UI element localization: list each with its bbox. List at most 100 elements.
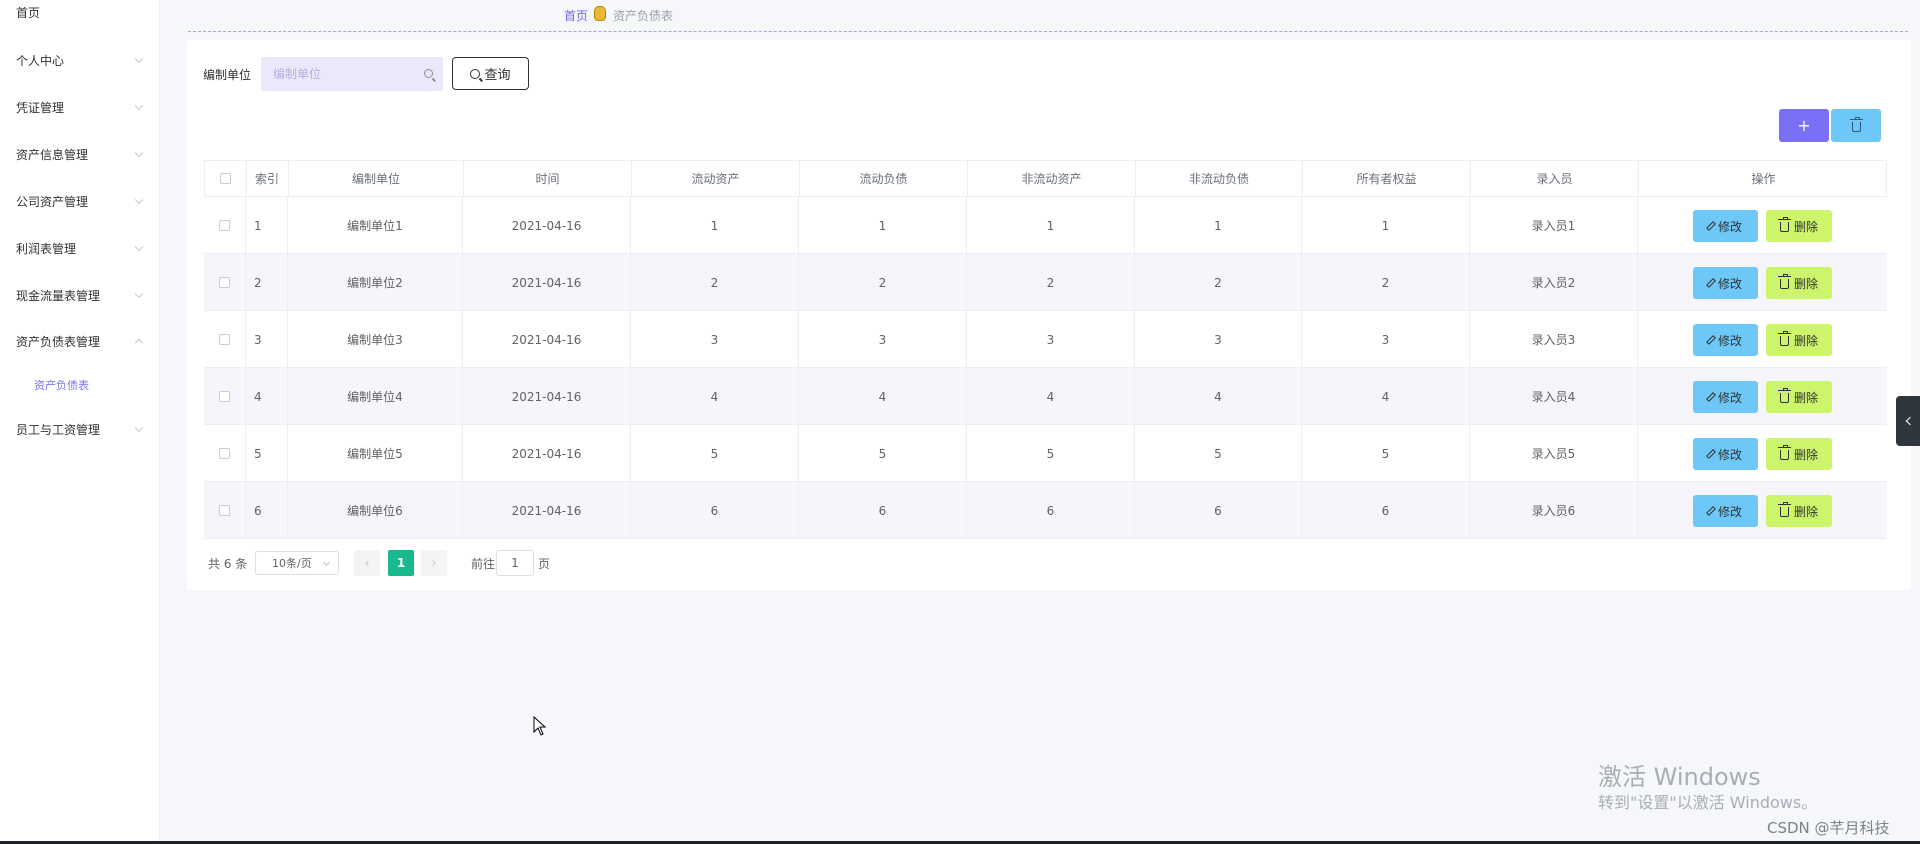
- delete-label: 删除: [1793, 276, 1818, 291]
- sidebar-item-label: 员工与工资管理: [16, 422, 101, 437]
- row-select[interactable]: [204, 197, 246, 254]
- search-icon: [470, 68, 481, 79]
- page-size-select[interactable]: 10条/页: [255, 551, 339, 575]
- edit-button[interactable]: 修改: [1693, 324, 1758, 356]
- batch-delete-button[interactable]: [1831, 109, 1881, 142]
- row-select[interactable]: [204, 311, 246, 368]
- cell-index: 6: [246, 482, 288, 539]
- checkbox[interactable]: [219, 220, 230, 231]
- delete-button[interactable]: 删除: [1766, 495, 1832, 527]
- sidebar-item-label: 凭证管理: [16, 100, 65, 115]
- page-number-button[interactable]: 1: [388, 550, 414, 576]
- sidebar: 首页 个人中心 凭证管理 资产信息管理 公司资产管理 利润表管理 现金流量表管理…: [0, 0, 160, 844]
- edit-label: 修改: [1717, 390, 1742, 405]
- delete-label: 删除: [1793, 219, 1818, 234]
- collapse-panel-button[interactable]: [1896, 396, 1920, 446]
- breadcrumb-home[interactable]: 首页: [564, 7, 588, 24]
- edit-button[interactable]: 修改: [1693, 210, 1758, 242]
- sidebar-item-label: 个人中心: [16, 53, 65, 68]
- row-select[interactable]: [204, 254, 246, 311]
- delete-button[interactable]: 删除: [1766, 438, 1832, 470]
- checkbox[interactable]: [220, 173, 231, 184]
- sidebar-item-label: 公司资产管理: [16, 194, 89, 209]
- query-button[interactable]: 查询: [452, 57, 529, 90]
- cell-index: 5: [246, 425, 288, 482]
- goto-page-input[interactable]: [496, 550, 534, 576]
- chevron-down-icon: [134, 289, 144, 299]
- delete-button[interactable]: 删除: [1766, 381, 1832, 413]
- sidebar-item-company-assets[interactable]: 公司资产管理: [0, 181, 160, 221]
- table-row: 1 编制单位1 2021-04-16 1 1 1 1 1 录入员1 修改 删除: [204, 197, 1887, 254]
- edit-button[interactable]: 修改: [1693, 438, 1758, 470]
- edit-label: 修改: [1717, 276, 1742, 291]
- edit-button[interactable]: 修改: [1693, 267, 1758, 299]
- row-select[interactable]: [204, 482, 246, 539]
- delete-button[interactable]: 删除: [1766, 267, 1832, 299]
- table-row: 3 编制单位3 2021-04-16 3 3 3 3 3 录入员3 修改 删除: [204, 311, 1887, 368]
- chevron-down-icon: [134, 101, 144, 111]
- edit-button[interactable]: 修改: [1693, 495, 1758, 527]
- sidebar-item-home[interactable]: 首页: [0, 0, 160, 32]
- add-button[interactable]: +: [1779, 109, 1829, 142]
- page-suffix: 页: [538, 557, 551, 571]
- chevron-down-icon: [134, 54, 144, 64]
- cell-current-liabilities: 5: [799, 425, 967, 482]
- column-header: 非流动资产: [968, 161, 1136, 196]
- cell-unit: 编制单位3: [288, 311, 463, 368]
- sidebar-item-balance-sheet[interactable]: 资产负债表管理: [0, 321, 160, 361]
- header-select-all[interactable]: [205, 161, 247, 196]
- sidebar-subitem-balance-sheet[interactable]: 资产负债表: [0, 367, 160, 403]
- sidebar-item-income-statement[interactable]: 利润表管理: [0, 228, 160, 268]
- column-header: 所有者权益: [1303, 161, 1471, 196]
- delete-label: 删除: [1793, 333, 1818, 348]
- sidebar-item-voucher[interactable]: 凭证管理: [0, 87, 160, 127]
- checkbox[interactable]: [219, 505, 230, 516]
- search-input[interactable]: [261, 57, 411, 91]
- sidebar-item-label: 利润表管理: [16, 241, 77, 256]
- sidebar-item-asset-info[interactable]: 资产信息管理: [0, 134, 160, 174]
- cell-current-liabilities: 6: [799, 482, 967, 539]
- checkbox[interactable]: [219, 391, 230, 402]
- cell-time: 2021-04-16: [463, 482, 631, 539]
- cell-clerk: 录入员6: [1470, 482, 1638, 539]
- chevron-up-icon: [134, 338, 144, 348]
- cell-clerk: 录入员1: [1470, 197, 1638, 254]
- cell-current-assets: 5: [631, 425, 799, 482]
- sidebar-item-personal-center[interactable]: 个人中心: [0, 40, 160, 80]
- checkbox[interactable]: [219, 334, 230, 345]
- edit-icon: [1706, 278, 1716, 288]
- cell-time: 2021-04-16: [463, 368, 631, 425]
- delete-label: 删除: [1793, 390, 1818, 405]
- row-select[interactable]: [204, 425, 246, 482]
- delete-button[interactable]: 删除: [1766, 324, 1832, 356]
- column-header: 非流动负债: [1136, 161, 1303, 196]
- prev-page-button[interactable]: ‹: [354, 550, 380, 576]
- edit-label: 修改: [1717, 447, 1742, 462]
- cell-unit: 编制单位5: [288, 425, 463, 482]
- chevron-down-icon: [134, 423, 144, 433]
- cell-equity: 3: [1302, 311, 1470, 368]
- row-select[interactable]: [204, 368, 246, 425]
- checkbox[interactable]: [219, 277, 230, 288]
- cell-equity: 2: [1302, 254, 1470, 311]
- column-header: 索引: [247, 161, 289, 196]
- delete-button[interactable]: 删除: [1766, 210, 1832, 242]
- checkbox[interactable]: [219, 448, 230, 459]
- cell-time: 2021-04-16: [463, 197, 631, 254]
- cell-current-liabilities: 4: [799, 368, 967, 425]
- edit-button[interactable]: 修改: [1693, 381, 1758, 413]
- column-header: 时间: [464, 161, 632, 196]
- sidebar-item-cash-flow[interactable]: 现金流量表管理: [0, 275, 160, 315]
- sidebar-subitem-label: 资产负债表: [34, 379, 89, 392]
- cell-noncurrent-assets: 1: [967, 197, 1135, 254]
- table-header: 索引 编制单位 时间 流动资产 流动负债 非流动资产 非流动负债 所有者权益 录…: [204, 160, 1887, 197]
- column-header: 操作: [1751, 172, 1776, 186]
- edit-icon: [1706, 449, 1716, 459]
- sidebar-item-label: 首页: [16, 5, 41, 20]
- chevron-down-icon: [134, 242, 144, 252]
- next-page-button[interactable]: ›: [421, 550, 447, 576]
- cell-clerk: 录入员5: [1470, 425, 1638, 482]
- chevron-left-icon: [1905, 416, 1914, 426]
- edit-icon: [1706, 392, 1716, 402]
- sidebar-item-staff-salary[interactable]: 员工与工资管理: [0, 409, 160, 449]
